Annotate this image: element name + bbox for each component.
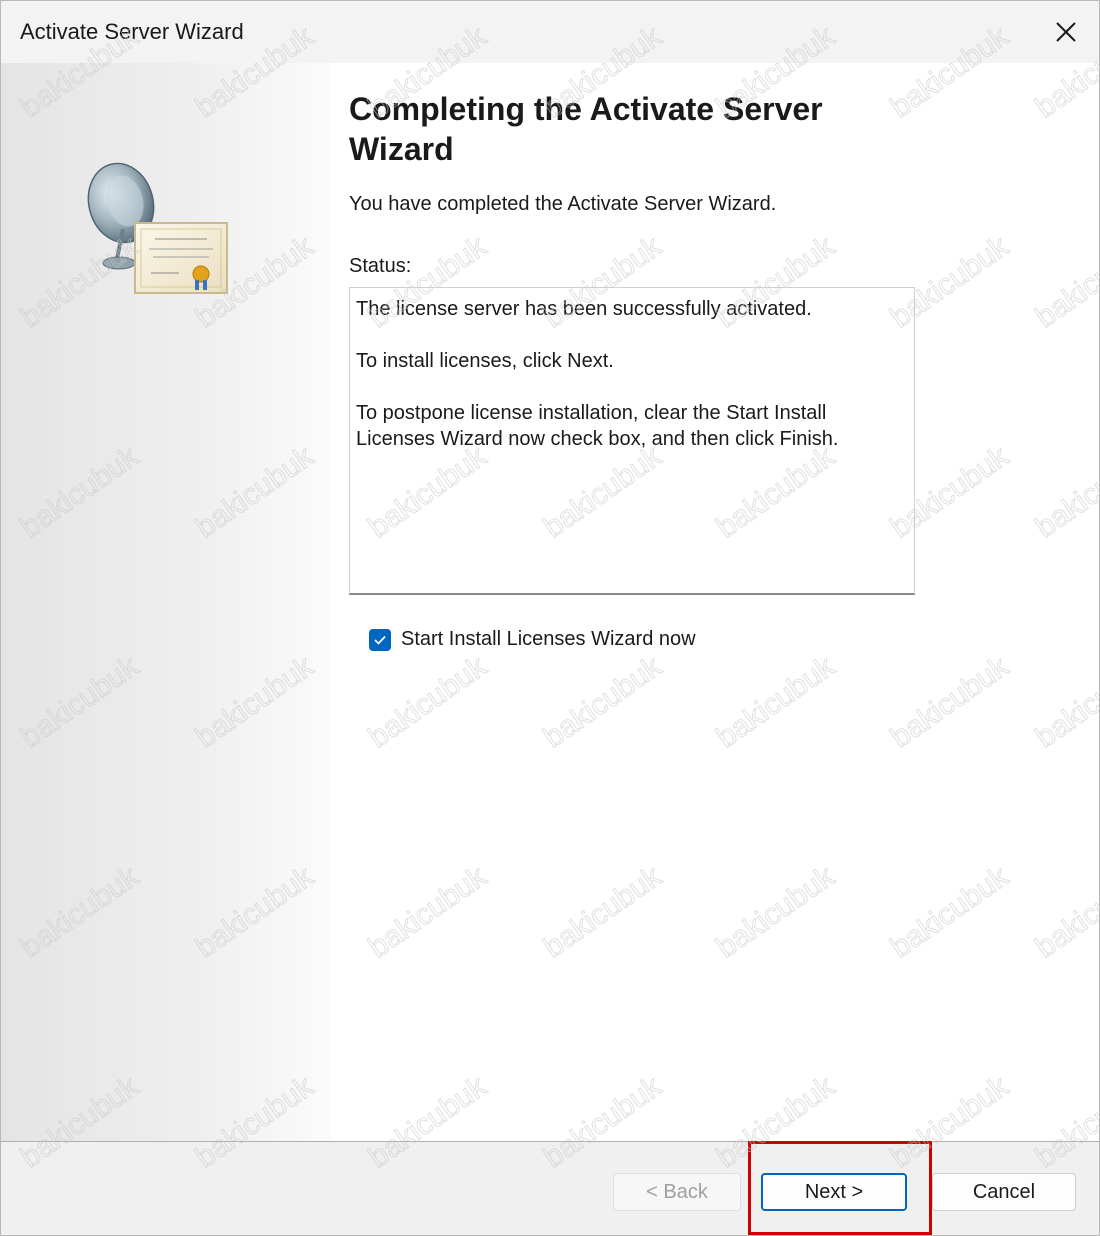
- wizard-window: Activate Server Wizard Completing the Ac…: [0, 0, 1100, 1236]
- close-button[interactable]: [1033, 1, 1099, 63]
- status-line: The license server has been successfully…: [356, 298, 812, 320]
- wizard-content: Completing the Activate Server Wizard Yo…: [331, 63, 1099, 1141]
- page-title: Completing the Activate Server Wizard: [349, 91, 823, 167]
- intro-text: You have completed the Activate Server W…: [349, 193, 777, 215]
- wizard-sidebar: [1, 63, 331, 1141]
- checkmark-icon: [374, 635, 386, 645]
- cancel-button[interactable]: Cancel: [932, 1173, 1076, 1211]
- next-button[interactable]: Next >: [761, 1173, 907, 1211]
- button-bar: < Back Next > Cancel: [1, 1141, 1099, 1235]
- status-line: To install licenses, click Next.: [356, 350, 614, 372]
- satellite-certificate-icon: [87, 162, 228, 294]
- status-line: To postpone license installation, clear …: [356, 402, 839, 450]
- status-textbox[interactable]: The license server has been successfully…: [349, 287, 915, 595]
- checkbox-label: Start Install Licenses Wizard now: [401, 628, 696, 650]
- window-title: Activate Server Wizard: [20, 19, 244, 44]
- close-icon: [1056, 22, 1076, 42]
- start-install-licenses-option[interactable]: Start Install Licenses Wizard now: [369, 628, 696, 651]
- title-bar: Activate Server Wizard: [1, 1, 1099, 63]
- status-label: Status:: [349, 255, 412, 277]
- start-install-licenses-checkbox[interactable]: [369, 628, 391, 651]
- back-button[interactable]: < Back: [613, 1173, 741, 1211]
